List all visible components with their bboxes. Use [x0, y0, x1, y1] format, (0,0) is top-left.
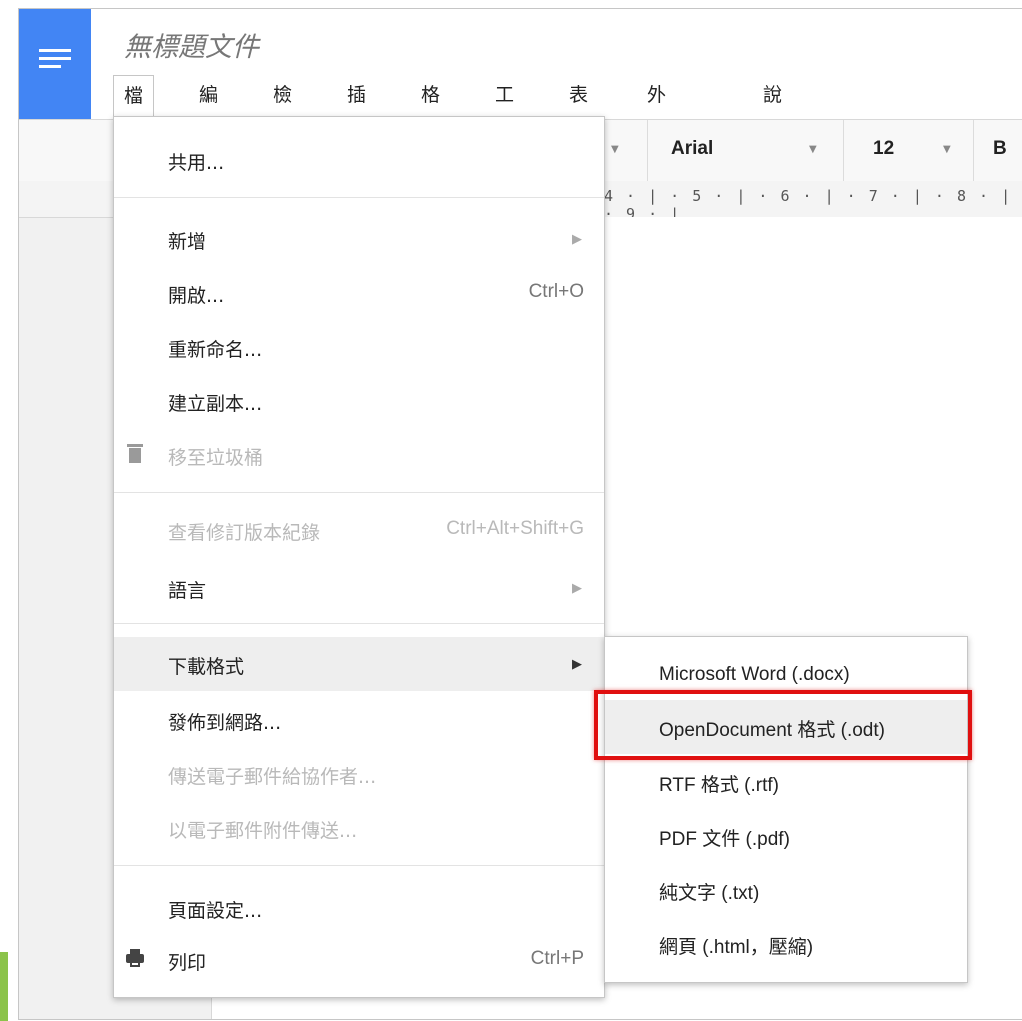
menu-tools[interactable]: 工具 — [485, 75, 524, 146]
size-dropdown-caret-icon[interactable]: ▼ — [943, 144, 951, 155]
menu-item-label: 頁面設定... — [168, 900, 263, 922]
menu-item-email-collaborators[interactable]: 傳送電子郵件給協作者... — [114, 747, 604, 801]
menu-item-label: 開啟... — [168, 285, 225, 307]
menu-divider — [114, 492, 604, 493]
menu-item-page-setup[interactable]: 頁面設定... — [114, 881, 604, 935]
menu-item-new[interactable]: 新增 ▶ — [114, 212, 604, 266]
menu-help[interactable]: 說明 — [753, 75, 792, 146]
docs-home-button[interactable] — [19, 9, 91, 119]
document-title[interactable]: 無標題文件 — [124, 25, 259, 64]
menu-item-label: 列印 — [168, 952, 207, 974]
toolbar-divider — [973, 120, 974, 182]
menu-item-print[interactable]: 列印 Ctrl+P — [114, 933, 604, 987]
menu-item-label: 發佈到網路... — [168, 712, 282, 734]
style-dropdown-caret-icon[interactable]: ▼ — [611, 144, 619, 155]
side-accent — [0, 952, 8, 1021]
menu-item-move-to-trash[interactable]: 移至垃圾桶 — [114, 428, 604, 482]
download-pdf[interactable]: PDF 文件 (.pdf) — [605, 809, 967, 863]
menu-item-revision-history[interactable]: 查看修訂版本紀錄 Ctrl+Alt+Shift+G — [114, 503, 604, 557]
menu-item-email-as-attachment[interactable]: 以電子郵件附件傳送... — [114, 801, 604, 855]
triangle-right-icon: ▶ — [572, 657, 582, 672]
menu-divider — [114, 623, 604, 624]
download-submenu: Microsoft Word (.docx) OpenDocument 格式 (… — [604, 636, 968, 983]
menu-item-label: 語言 — [168, 580, 207, 602]
submenu-item-label: 純文字 (.txt) — [659, 883, 760, 904]
font-family-dropdown[interactable]: Arial — [671, 138, 713, 160]
toolbar-divider — [647, 120, 648, 182]
menu-item-label: 下載格式 — [168, 656, 245, 678]
menu-item-label: 移至垃圾桶 — [168, 447, 264, 469]
menu-item-label: 傳送電子郵件給協作者... — [168, 766, 377, 788]
menu-view[interactable]: 檢視 — [263, 75, 302, 146]
menu-item-label: 以電子郵件附件傳送... — [168, 820, 358, 842]
menu-divider — [114, 197, 604, 198]
menu-item-label: 查看修訂版本紀錄 — [168, 522, 321, 544]
menu-item-label: 重新命名... — [168, 339, 263, 361]
menu-item-share[interactable]: 共用... — [114, 133, 604, 187]
toolbar-divider — [843, 120, 844, 182]
menu-addons[interactable]: 外掛程式 — [637, 75, 676, 226]
triangle-right-icon: ▶ — [572, 581, 582, 596]
submenu-item-label: PDF 文件 (.pdf) — [659, 829, 790, 850]
menu-item-label: 新增 — [168, 231, 207, 253]
menu-edit[interactable]: 編輯 — [189, 75, 228, 146]
menu-item-rename[interactable]: 重新命名... — [114, 320, 604, 374]
menu-file[interactable]: 檔案 — [113, 75, 155, 147]
menu-item-download-as[interactable]: 下載格式 ▶ — [114, 637, 604, 691]
menu-item-label: 共用... — [168, 152, 225, 174]
menu-item-label: 建立副本... — [168, 393, 263, 415]
submenu-item-label: 網頁 (.html，壓縮) — [659, 937, 814, 958]
submenu-item-label: RTF 格式 (.rtf) — [659, 775, 779, 796]
header: 無標題文件 檔案 編輯 檢視 插入 格式 工具 表格 外掛程式 說明 — [19, 9, 1022, 226]
font-size-dropdown[interactable]: 12 — [873, 138, 894, 160]
download-txt[interactable]: 純文字 (.txt) — [605, 863, 967, 917]
triangle-right-icon: ▶ — [572, 232, 582, 247]
menu-item-language[interactable]: 語言 ▶ — [114, 561, 604, 615]
menu-format[interactable]: 格式 — [411, 75, 450, 146]
menu-item-open[interactable]: 開啟... Ctrl+O — [114, 266, 604, 320]
download-html[interactable]: 網頁 (.html，壓縮) — [605, 917, 967, 971]
docs-menu-icon — [39, 49, 71, 73]
menu-insert[interactable]: 插入 — [337, 75, 376, 146]
bold-button[interactable]: B — [993, 138, 1007, 160]
menu-item-publish-to-web[interactable]: 發佈到網路... — [114, 693, 604, 747]
trash-icon — [124, 442, 146, 466]
shortcut-label: Ctrl+O — [528, 281, 584, 302]
shortcut-label: Ctrl+Alt+Shift+G — [446, 518, 584, 539]
menu-table[interactable]: 表格 — [559, 75, 598, 146]
printer-icon — [124, 947, 146, 971]
annotation-highlight-box — [594, 690, 972, 760]
file-menu: 共用... 新增 ▶ 開啟... Ctrl+O 重新命名... 建立副本... … — [113, 116, 605, 998]
shortcut-label: Ctrl+P — [530, 948, 584, 969]
submenu-item-label: Microsoft Word (.docx) — [659, 664, 850, 685]
download-rtf[interactable]: RTF 格式 (.rtf) — [605, 755, 967, 809]
font-dropdown-caret-icon[interactable]: ▼ — [809, 144, 817, 155]
menu-item-make-copy[interactable]: 建立副本... — [114, 374, 604, 428]
menu-divider — [114, 865, 604, 866]
